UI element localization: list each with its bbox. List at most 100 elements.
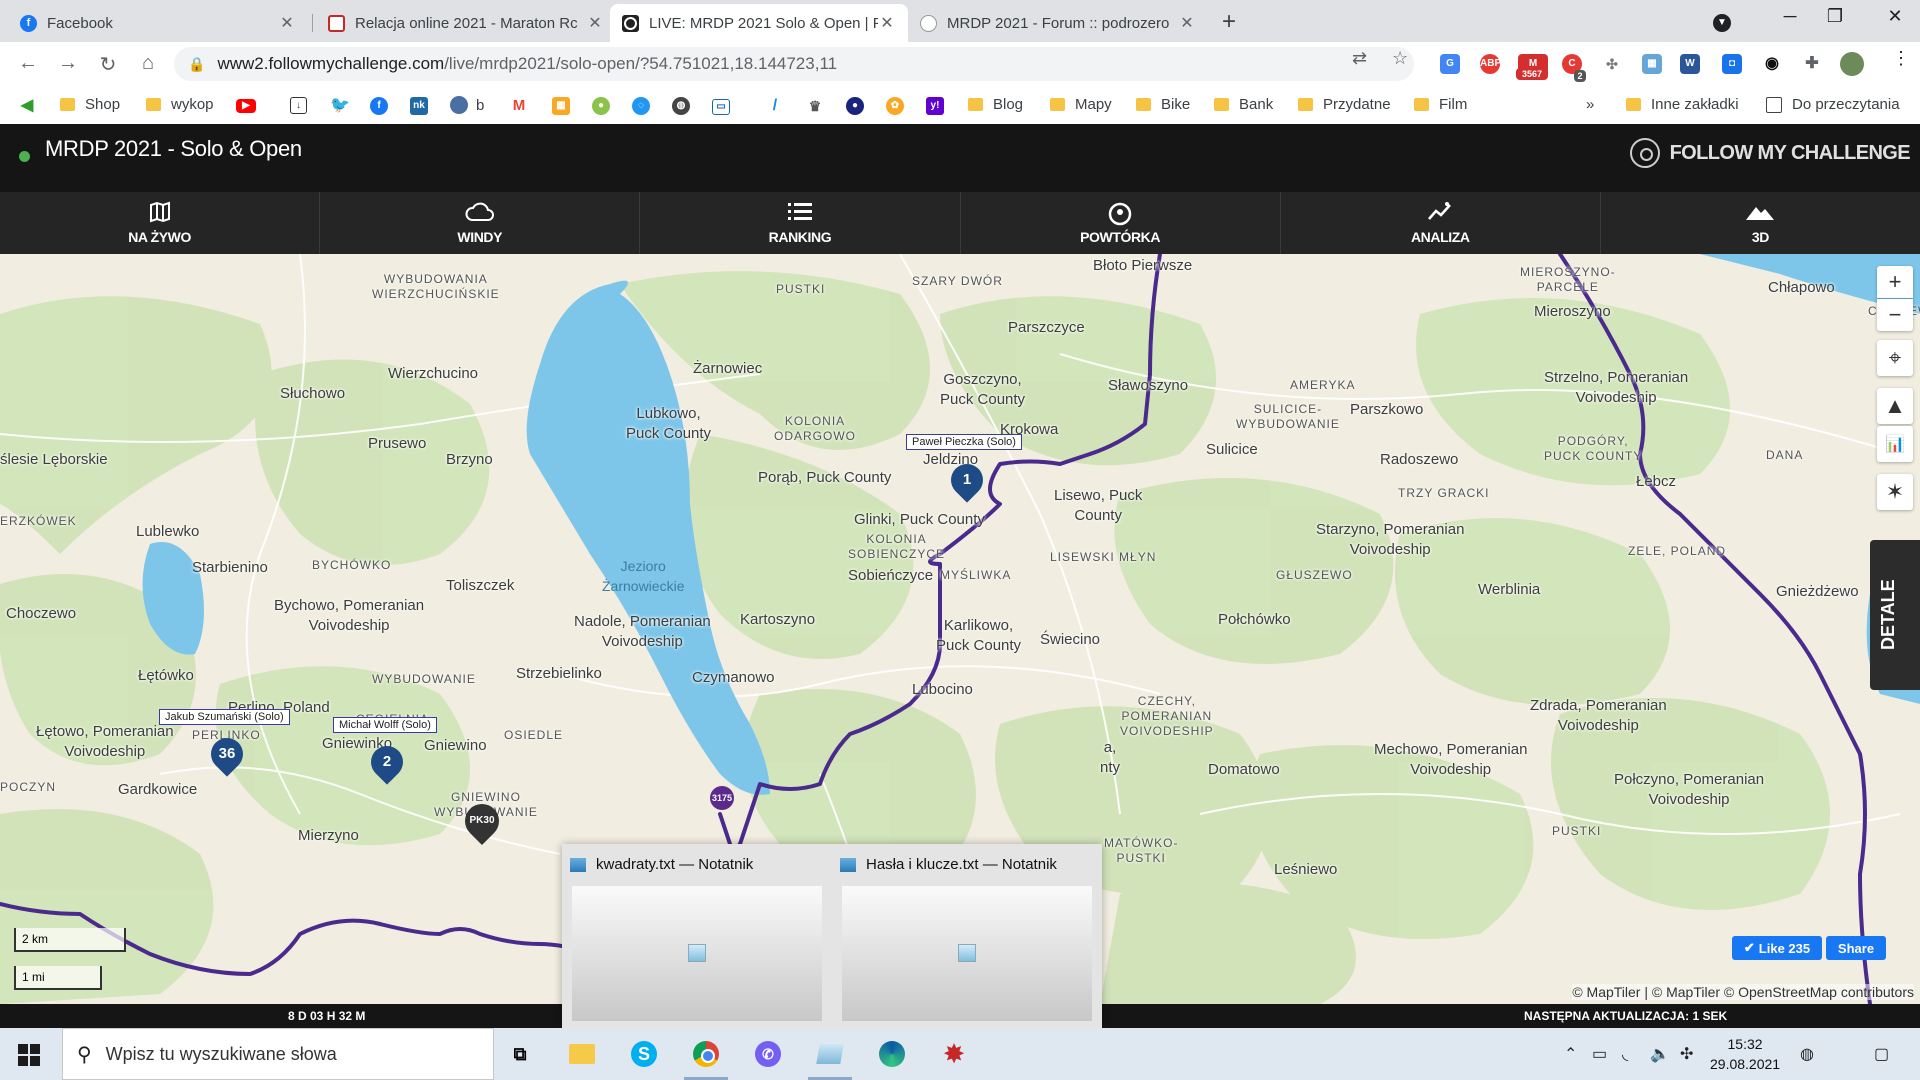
menu-dots-icon[interactable]: ⋮ — [1892, 48, 1910, 69]
adblock-icon[interactable]: ABP — [1480, 54, 1501, 74]
bookmark-inne-zakladki[interactable]: Inne zakładki — [1626, 96, 1739, 113]
gmail-icon[interactable]: M — [510, 97, 528, 115]
tab-maraton[interactable]: Relacja online 2021 - Maraton Rc ✕ — [316, 4, 616, 42]
nav-analiza[interactable]: ANALIZA — [1281, 192, 1601, 254]
pen-icon[interactable]: / — [766, 97, 784, 115]
bookmark-mapy[interactable]: Mapy — [1050, 96, 1112, 113]
zoom-in-button[interactable]: + — [1877, 266, 1913, 298]
close-tab-icon[interactable]: ✕ — [278, 13, 296, 33]
taskbar-search-box[interactable]: ⚲ Wpisz tu wyszukiwane słowa — [62, 1028, 494, 1080]
bookmarks-overflow[interactable]: » — [1586, 96, 1594, 113]
close-tab-icon[interactable]: ✕ — [586, 13, 604, 33]
bookmark-bike[interactable]: Bike — [1136, 96, 1190, 113]
viber-icon[interactable]: ✆ — [752, 1038, 784, 1070]
youtube-icon[interactable]: ▶ — [236, 99, 256, 113]
tv-icon[interactable]: ▭ — [712, 99, 730, 115]
profile-avatar[interactable] — [1840, 52, 1864, 76]
system-clock[interactable]: 15:32 29.08.2021 — [1710, 1034, 1780, 1074]
new-tab-button[interactable]: + — [1222, 8, 1236, 36]
rider-marker-2[interactable]: 2 — [364, 739, 410, 785]
close-tab-icon[interactable]: ✕ — [878, 13, 896, 33]
edge-icon[interactable] — [876, 1038, 908, 1070]
eagle-icon[interactable]: ♛ — [806, 97, 824, 115]
twitter-icon[interactable]: 🐦 — [330, 97, 350, 115]
cat-icon[interactable]: ✿ — [886, 97, 904, 115]
terrain-icon[interactable]: ▲ — [1877, 388, 1913, 424]
elevation-chart-icon[interactable]: 📊 — [1877, 426, 1913, 462]
extensions-puzzle-icon[interactable]: ✚ — [1802, 54, 1822, 74]
bookmark-blog[interactable]: Blog — [968, 96, 1023, 113]
nk-icon[interactable]: nk — [410, 97, 428, 115]
lock-icon[interactable]: 🔒 — [188, 56, 205, 73]
rider-label-pieczka[interactable]: Paweł Pieczka (Solo) — [906, 434, 1022, 450]
bug-app-icon[interactable]: ✸ — [938, 1038, 970, 1070]
bookmark-bank[interactable]: Bank — [1214, 96, 1273, 113]
checkpoint-marker[interactable]: PK30 — [457, 796, 507, 846]
dark-globe-icon[interactable]: ● — [846, 97, 864, 115]
translate-icon[interactable]: ⇄ — [1352, 48, 1367, 69]
calendar-ext-icon[interactable]: ▦ — [1642, 54, 1662, 74]
yahoo-icon[interactable]: y! — [926, 97, 944, 115]
nav-powtorka[interactable]: POWTÓRKA — [961, 192, 1281, 254]
map-attribution[interactable]: © MapTiler | © MapTiler © OpenStreetMap … — [1572, 984, 1914, 1000]
maximize-button[interactable]: ❐ — [1815, 6, 1855, 27]
close-tab-icon[interactable]: ✕ — [1178, 13, 1196, 33]
world-icon[interactable]: ◍ — [672, 97, 690, 115]
locate-icon[interactable]: ⌖ — [1877, 340, 1913, 376]
calculator-icon[interactable]: ▦ — [552, 97, 570, 115]
tab-search-icon[interactable]: ▼ — [1702, 9, 1742, 32]
leaf-icon[interactable]: ● — [592, 97, 610, 115]
back-button[interactable]: ← — [14, 52, 42, 75]
task-view-icon[interactable]: ⧉ — [504, 1038, 536, 1070]
facebook-bookmark-icon[interactable]: f — [370, 97, 388, 115]
bookmark-shop[interactable]: Shop — [60, 96, 120, 113]
rider-label-wolff[interactable]: Michał Wolff (Solo) — [333, 717, 437, 733]
reading-list[interactable]: Do przeczytania — [1766, 96, 1900, 113]
download-icon[interactable]: ↓ — [290, 97, 307, 114]
preview-window-hasla[interactable]: Hasła i klucze.txt — Notatnik — [832, 844, 1092, 1028]
bookmark-film[interactable]: Film — [1414, 96, 1467, 113]
rider-label-szumanski[interactable]: Jakub Szumański (Solo) — [159, 709, 290, 725]
rider-marker-1[interactable]: 1 — [944, 457, 990, 503]
close-window-button[interactable]: ✕ — [1875, 6, 1915, 27]
volume-icon[interactable]: 🔈 — [1650, 1044, 1670, 1064]
blue-ext-icon[interactable]: ◘ — [1722, 54, 1742, 74]
rider-marker-36[interactable]: 36 — [204, 731, 250, 777]
nav-windy[interactable]: WINDY — [320, 192, 641, 254]
tab-facebook[interactable]: f Facebook ✕ — [8, 4, 308, 42]
weather-toggle-icon[interactable]: ✶ — [1877, 474, 1913, 510]
dropbox-icon[interactable]: ✣ — [1602, 54, 1622, 74]
tab-forum[interactable]: MRDP 2021 - Forum :: podrozero ✕ — [908, 4, 1208, 42]
notepad-taskbar-icon[interactable] — [808, 1038, 852, 1080]
skype-icon[interactable]: S — [628, 1038, 660, 1070]
start-button[interactable] — [18, 1044, 40, 1066]
dropbox-tray-icon[interactable]: ✣ — [1680, 1044, 1693, 1064]
tray-overflow-icon[interactable]: ⌃ — [1564, 1044, 1577, 1064]
file-explorer-icon[interactable] — [566, 1038, 598, 1070]
facebook-share-button[interactable]: Share — [1826, 936, 1886, 960]
preview-window-kwadraty[interactable]: kwadraty.txt — Notatnik — [562, 844, 822, 1028]
word-ext-icon[interactable]: W — [1680, 54, 1700, 74]
reload-button[interactable]: ↻ — [94, 52, 122, 77]
facebook-like-button[interactable]: ✔ Like 235 — [1732, 936, 1822, 960]
tab-live-mrdp[interactable]: LIVE: MRDP 2021 Solo & Open | F ✕ — [610, 4, 908, 42]
battery-icon[interactable]: ▭ — [1592, 1044, 1607, 1064]
bookmark-wykop[interactable]: wykop — [146, 96, 214, 113]
nav-na-zywo[interactable]: NA ŻYWO — [0, 192, 321, 254]
translate-ext-icon[interactable]: G — [1440, 54, 1460, 74]
details-panel-tab[interactable]: DETALE — [1870, 540, 1920, 690]
chrome-icon[interactable] — [684, 1038, 728, 1080]
nav-3d[interactable]: 3D — [1601, 192, 1920, 254]
green-arrow-icon[interactable]: ◀ — [18, 97, 36, 115]
bookmark-star-icon[interactable]: ☆ — [1392, 48, 1408, 69]
minimize-button[interactable]: ─ — [1770, 6, 1810, 27]
zoom-out-button[interactable]: − — [1877, 299, 1913, 331]
orbit-icon[interactable]: ◌ — [632, 97, 650, 115]
network-icon[interactable]: ◟ — [1622, 1044, 1628, 1064]
bookmark-b[interactable]: b — [450, 96, 484, 114]
bookmark-przydatne[interactable]: Przydatne — [1298, 96, 1391, 113]
brand-logo[interactable]: FOLLOW MY CHALLENGE — [1629, 138, 1911, 168]
address-bar[interactable]: 🔒 www2.followmychallenge.com/live/mrdp20… — [174, 47, 1414, 81]
rider-marker-3175[interactable]: 3175 — [710, 786, 734, 810]
home-button[interactable]: ⌂ — [134, 52, 162, 75]
